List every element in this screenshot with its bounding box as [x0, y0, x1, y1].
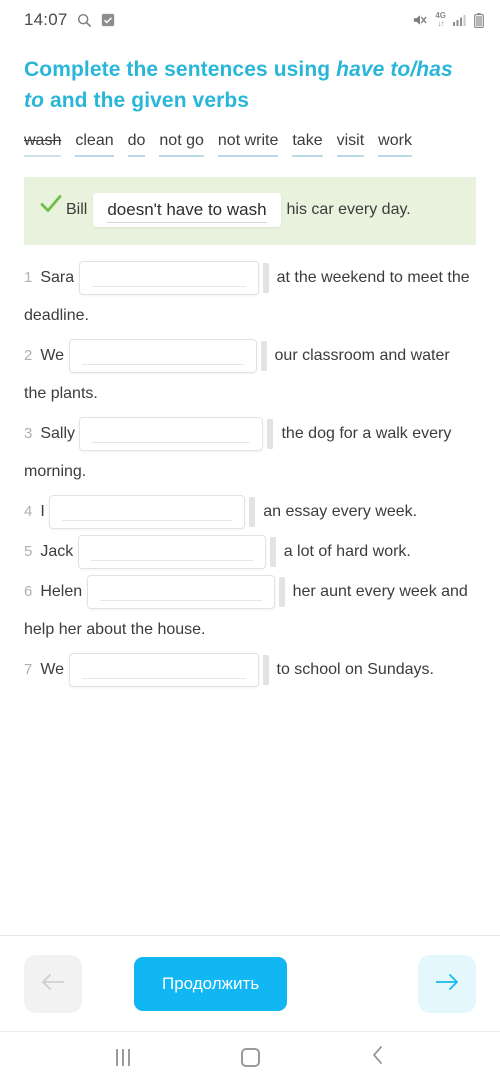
back-icon[interactable]: [371, 1045, 385, 1070]
question-number: 4: [24, 503, 33, 521]
question-subject: Helen: [40, 583, 83, 601]
recents-icon[interactable]: [115, 1049, 130, 1066]
question-subject: Sally: [40, 425, 76, 443]
question-row: 1 Sara at the weekend to meet the deadlin…: [24, 259, 476, 335]
word-bank: wash clean do not go not write take visit work: [0, 122, 500, 161]
answer-input[interactable]: [49, 495, 246, 529]
exercise-content: Complete the sentences using have to/has…: [0, 40, 500, 935]
page-title: Complete the sentences using have to/has…: [0, 40, 500, 122]
input-resize-handle[interactable]: [249, 497, 256, 527]
status-bar: 14:07 4G ↓↑: [0, 0, 500, 40]
question-number: 6: [24, 583, 33, 601]
answer-input[interactable]: [86, 575, 275, 609]
question-tail: to school on Sundays.: [276, 661, 434, 679]
answer-input[interactable]: [78, 261, 259, 295]
answer-input[interactable]: [77, 535, 266, 569]
question-number: 2: [24, 347, 33, 365]
question-row: 6 Helen her aunt every week and help her …: [24, 573, 476, 649]
continue-button[interactable]: Продолжить: [134, 956, 288, 1011]
question-row: 3 Sally the dog for a walk every morning.: [24, 415, 476, 491]
home-icon[interactable]: [240, 1048, 260, 1067]
word-bank-item[interactable]: work: [378, 128, 412, 157]
question-subject: We: [40, 347, 65, 365]
input-resize-handle[interactable]: [269, 537, 276, 567]
answer-input[interactable]: [68, 339, 257, 373]
question-row: 5 Jack a lot of hard work.: [24, 533, 476, 571]
question-subject: Sara: [40, 269, 75, 287]
word-bank-item[interactable]: take: [292, 128, 323, 157]
input-resize-handle[interactable]: [262, 655, 269, 685]
mute-icon: [412, 13, 428, 27]
question-tail: a lot of hard work.: [283, 543, 411, 561]
status-bar-clock: 14:07: [24, 10, 68, 29]
example-answer-box[interactable]: doesn't have to wash: [93, 193, 281, 227]
arrow-right-icon: [434, 972, 460, 995]
question-number: 3: [24, 425, 33, 443]
next-button[interactable]: [418, 954, 476, 1013]
page-title-part2: and the given verbs: [44, 89, 250, 112]
example-subject: Bill: [66, 201, 88, 219]
question-subject: Jack: [40, 543, 74, 561]
input-resize-handle[interactable]: [278, 577, 285, 607]
input-resize-handle[interactable]: [267, 419, 274, 449]
android-nav-bar: [0, 1031, 500, 1083]
previous-button[interactable]: [24, 954, 82, 1013]
question-subject: We: [40, 661, 65, 679]
word-bank-item[interactable]: clean: [75, 128, 114, 157]
answer-input[interactable]: [79, 417, 264, 451]
check-icon: [40, 193, 66, 227]
example-answer-block: Bill doesn't have to wash his car every da…: [24, 177, 476, 246]
search-icon[interactable]: [77, 13, 92, 28]
question-number: 1: [24, 269, 33, 287]
example-answer-text: doesn't have to wash: [107, 200, 267, 223]
question-number: 7: [24, 661, 33, 679]
question-row: 2 We our classroom and water the plants.: [24, 337, 476, 413]
app-screen: 14:07 4G ↓↑ Complete the sentences using…: [0, 0, 500, 1083]
battery-icon: [474, 12, 484, 28]
exercise-footer: Продолжить: [0, 935, 500, 1031]
status-bar-right: 4G ↓↑: [412, 12, 484, 28]
question-row: 4I an essay every week.: [24, 493, 476, 531]
word-bank-item[interactable]: do: [127, 128, 146, 157]
question-subject: I: [40, 503, 45, 521]
word-bank-item[interactable]: not write: [217, 128, 279, 157]
input-resize-handle[interactable]: [260, 341, 267, 371]
arrow-left-icon: [40, 972, 66, 995]
answer-input[interactable]: [68, 653, 259, 687]
signal-icon: [453, 14, 467, 26]
word-bank-item[interactable]: wash: [24, 128, 62, 157]
input-resize-handle[interactable]: [262, 263, 269, 293]
4g-data-icon: 4G ↓↑: [435, 11, 446, 28]
word-bank-item[interactable]: not go: [159, 128, 204, 157]
page-title-part1: Complete the sentences using: [24, 58, 337, 81]
status-bar-left: 14:07: [24, 10, 115, 30]
question-tail: an essay every week.: [263, 503, 418, 521]
question-row: 7 We to school on Sundays.: [24, 651, 476, 689]
question-number: 5: [24, 543, 33, 561]
checkbox-icon: [101, 13, 115, 27]
questions-list: 1 Sara at the weekend to meet the deadlin…: [0, 245, 500, 689]
word-bank-item[interactable]: visit: [336, 128, 365, 157]
example-tail: his car every day.: [286, 201, 411, 219]
